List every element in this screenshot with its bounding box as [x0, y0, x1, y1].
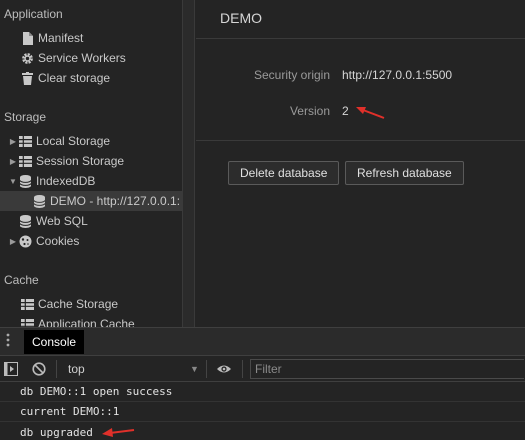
sidebar: Application Manifest Service Workers Cle…	[0, 0, 182, 327]
more-options-icon[interactable]	[6, 333, 16, 349]
sidebar-item-label: Clear storage	[38, 71, 111, 85]
expand-arrow-icon[interactable]: ▶	[8, 137, 18, 146]
sidebar-item-service-workers[interactable]: Service Workers	[20, 48, 126, 68]
sidebar-scrollbar[interactable]	[182, 0, 195, 327]
eye-icon[interactable]	[216, 362, 232, 376]
sidebar-item-cache-storage[interactable]: Cache Storage	[20, 294, 118, 314]
expand-arrow-icon[interactable]: ▶	[8, 237, 18, 246]
sidebar-item-label: Manifest	[38, 31, 84, 45]
trash-icon	[20, 71, 34, 85]
sidebar-item-label: Cache Storage	[38, 297, 119, 311]
version-label: Version	[289, 104, 330, 118]
sidebar-item-label: IndexedDB	[36, 174, 96, 188]
sidebar-item-label: DEMO - http://127.0.0.1:	[50, 194, 181, 208]
annotation-arrow-icon	[102, 428, 135, 437]
sidebar-item-indexeddb[interactable]: ▼ IndexedDB	[8, 171, 95, 191]
sidebar-item-label: Cookies	[36, 234, 80, 248]
grid-icon	[20, 317, 34, 327]
grid-icon	[18, 134, 32, 148]
document-icon	[20, 31, 34, 45]
clear-console-icon[interactable]	[32, 362, 46, 376]
sidebar-item-local-storage[interactable]: ▶ Local Storage	[8, 131, 110, 151]
database-icon	[32, 194, 46, 208]
divider	[206, 360, 207, 378]
sidebar-item-application-cache[interactable]: Application Cache	[20, 314, 135, 327]
tab-console[interactable]: Console	[24, 330, 85, 354]
sidebar-item-demo-db[interactable]: DEMO - http://127.0.0.1:	[0, 191, 182, 211]
delete-database-button[interactable]: Delete database	[228, 161, 340, 185]
console-toolbar: top ▼	[0, 355, 525, 382]
sidebar-item-manifest[interactable]: Manifest	[20, 28, 83, 48]
security-origin-value: http://127.0.0.1:5500	[342, 68, 453, 82]
database-icon	[18, 174, 32, 188]
section-title-application: Application	[4, 7, 63, 21]
chevron-down-icon[interactable]: ▼	[190, 364, 199, 374]
database-icon	[18, 214, 32, 228]
refresh-database-button[interactable]: Refresh database	[345, 161, 464, 185]
page-title: DEMO	[220, 10, 262, 26]
grid-icon	[18, 154, 32, 168]
context-selector[interactable]: top	[68, 362, 85, 376]
security-origin-label: Security origin	[253, 68, 330, 82]
database-details-panel: DEMO Security origin http://127.0.0.1:55…	[196, 0, 525, 327]
divider	[242, 360, 243, 378]
sidebar-item-label: Web SQL	[36, 214, 88, 228]
cookie-icon	[18, 234, 32, 248]
sidebar-item-label: Service Workers	[38, 51, 126, 65]
sidebar-item-label: Application Cache	[38, 317, 135, 327]
divider	[196, 140, 525, 141]
console-message: current DEMO::1	[0, 402, 525, 422]
gear-icon	[20, 51, 34, 65]
divider	[196, 38, 525, 39]
sidebar-toggle-icon[interactable]	[4, 362, 18, 376]
annotation-arrow-icon	[356, 107, 385, 119]
sidebar-item-label: Session Storage	[36, 154, 125, 168]
grid-icon	[20, 297, 34, 311]
section-title-storage: Storage	[4, 110, 47, 124]
console-message: db DEMO::1 open success	[0, 382, 525, 402]
divider	[56, 360, 57, 378]
section-title-cache: Cache	[4, 273, 39, 287]
collapse-arrow-icon[interactable]: ▼	[8, 177, 18, 186]
version-value: 2	[342, 104, 349, 118]
drawer-tabbar: Console	[0, 327, 525, 355]
sidebar-item-session-storage[interactable]: ▶ Session Storage	[8, 151, 124, 171]
sidebar-item-label: Local Storage	[36, 134, 111, 148]
sidebar-item-web-sql[interactable]: Web SQL	[18, 211, 88, 231]
sidebar-item-cookies[interactable]: ▶ Cookies	[8, 231, 79, 251]
expand-arrow-icon[interactable]: ▶	[8, 157, 18, 166]
filter-input[interactable]	[250, 359, 524, 379]
console-message: db upgraded	[0, 422, 525, 440]
sidebar-item-clear-storage[interactable]: Clear storage	[20, 68, 110, 88]
